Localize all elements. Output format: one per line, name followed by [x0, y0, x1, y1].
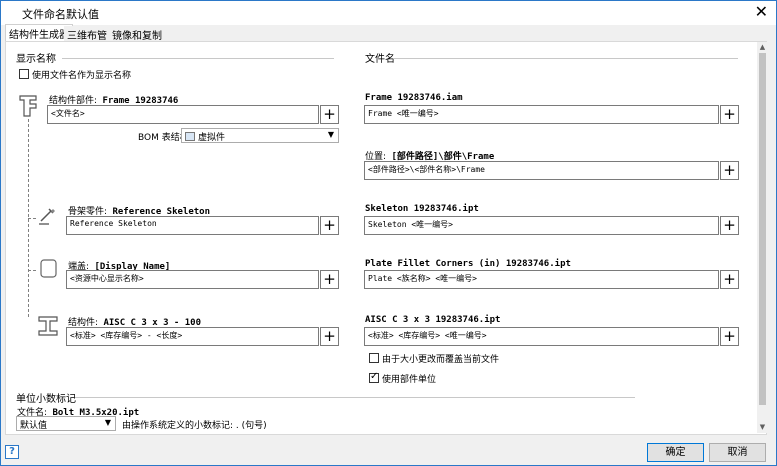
member-add-button[interactable]: + [320, 327, 339, 346]
tab-tube-and-pipe[interactable]: 三维布管 [64, 26, 110, 42]
override-on-resize-label: 由于大小更改而覆盖当前文件 [382, 355, 500, 365]
end-cap-add-button[interactable]: + [320, 270, 339, 289]
location-add-button[interactable]: + [720, 161, 739, 180]
skeleton-add-button[interactable]: + [320, 216, 339, 235]
skeleton-file-input[interactable]: Skeleton <唯一编号> [364, 216, 719, 235]
skeleton-file-label: Skeleton 19283746.ipt [365, 204, 479, 214]
window-title: 文件命名默认值 [22, 8, 99, 21]
frame-part-add-button[interactable]: + [320, 105, 339, 124]
end-cap-name-input[interactable]: <资源中心显示名称> [66, 270, 319, 289]
aisc-file-add-button[interactable]: + [720, 327, 739, 346]
i-beam-icon [38, 316, 58, 336]
skeleton-name-input[interactable]: Reference Skeleton [66, 216, 319, 235]
scroll-up-icon[interactable]: ▲ [758, 43, 767, 52]
bom-structure-select[interactable]: 虚拟件 ▼ [181, 128, 339, 143]
use-assembly-units-checkbox[interactable] [369, 371, 379, 383]
member-name-input[interactable]: <标准> <库存编号> - <长度> [66, 327, 319, 346]
cancel-button[interactable]: 取消 [709, 443, 766, 462]
frame-file-add-button[interactable]: + [720, 105, 739, 124]
frame-file-label: Frame 19283746.iam [365, 93, 463, 103]
plate-file-add-button[interactable]: + [720, 270, 739, 289]
skeleton-pencil-icon [39, 208, 55, 225]
end-cap-icon [40, 259, 57, 278]
display-name-section-title: 显示名称 [16, 54, 56, 65]
aisc-file-input[interactable]: <标准> <库存编号> <唯一编号> [364, 327, 719, 346]
use-filename-checkbox[interactable] [19, 69, 29, 79]
decimal-marker-select[interactable]: 默认值 ▼ [16, 416, 116, 431]
phantom-icon [185, 132, 195, 141]
ok-button[interactable]: 确定 [647, 443, 704, 462]
title-bar: 文件命名默认值 ✕ [1, 1, 776, 25]
chevron-down-icon: ▼ [327, 130, 334, 139]
divider [75, 397, 635, 398]
help-icon[interactable]: ? [5, 445, 19, 459]
close-icon[interactable]: ✕ [755, 3, 768, 21]
frame-file-input[interactable]: Frame <唯一编号> [364, 105, 719, 124]
use-filename-label: 使用文件名作为显示名称 [32, 71, 132, 81]
location-input[interactable]: <部件路径>\<部件名称>\Frame [364, 161, 719, 180]
decimal-marker-description: 由操作系统定义的小数标记: . (句号) [122, 421, 267, 431]
chevron-down-icon: ▼ [104, 418, 111, 427]
tab-frame-generator[interactable]: 结构件生成器 [5, 24, 73, 42]
frame-assembly-icon [19, 95, 37, 117]
tree-connector [28, 270, 36, 271]
override-on-resize-checkbox[interactable] [369, 353, 379, 363]
plate-file-label: Plate Fillet Corners (in) 19283746.ipt [365, 259, 571, 269]
use-assembly-units-label: 使用部件单位 [382, 375, 437, 385]
decimal-marker-section-title: 单位小数标记 [16, 394, 76, 405]
frame-part-name-input[interactable]: <文件名> [47, 105, 319, 124]
skeleton-file-add-button[interactable]: + [720, 216, 739, 235]
aisc-file-label: AISC C 3 x 3 19283746.ipt [365, 315, 501, 325]
scroll-down-icon[interactable]: ▼ [758, 423, 767, 432]
tree-connector [28, 218, 36, 219]
tab-mirror-copy[interactable]: 镜像和复制 [109, 26, 165, 42]
scrollbar-thumb[interactable] [759, 53, 766, 405]
divider [62, 58, 334, 59]
plate-file-input[interactable]: Plate <族名称> <唯一编号> [364, 270, 719, 289]
divider [393, 58, 738, 59]
file-name-section-title: 文件名 [365, 54, 395, 65]
